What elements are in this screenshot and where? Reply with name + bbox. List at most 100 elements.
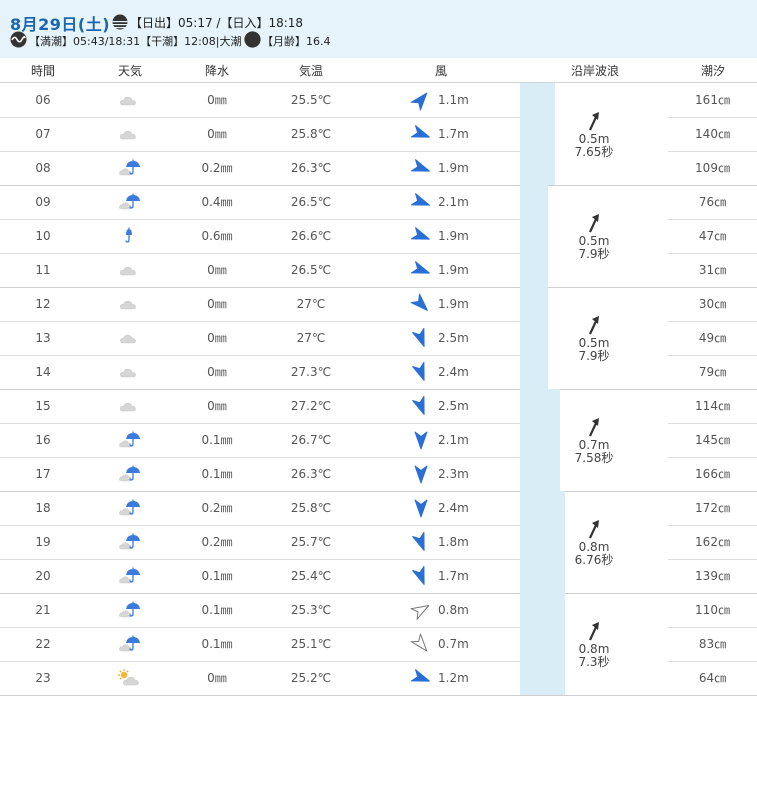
cloud-icon	[119, 398, 139, 418]
cloud-icon	[119, 126, 139, 146]
temp-cell: 25.8℃	[290, 501, 332, 515]
wind-direction-arrow-icon	[410, 565, 432, 591]
wind-speed-cell: 1.8m	[438, 535, 469, 549]
block-divider	[0, 389, 757, 390]
cloud-icon	[119, 330, 139, 350]
wave-info: 0.8m 6.76秒	[560, 519, 628, 567]
tide-cell: 172㎝	[695, 501, 730, 515]
wind-direction-arrow-icon	[410, 259, 432, 285]
temp-cell: 26.3℃	[290, 467, 332, 481]
col-header-wave: 沿岸波浪	[570, 64, 619, 78]
wave-period-text: 7.9秒	[578, 349, 610, 363]
hour-cell: 22	[35, 637, 51, 651]
hour-cell: 12	[35, 297, 51, 311]
hour-cell: 15	[35, 399, 51, 413]
col-header-rain: 降水	[204, 64, 229, 78]
wind-direction-arrow-icon	[410, 157, 432, 183]
hour-cell: 07	[35, 127, 51, 141]
wave-direction-arrow-icon	[560, 621, 628, 641]
rain-cell: 0.1㎜	[201, 637, 233, 651]
rain-cell: 0.2㎜	[201, 161, 233, 175]
wind-direction-arrow-icon	[410, 293, 432, 319]
tide-cell: 145㎝	[695, 433, 730, 447]
block-divider	[0, 593, 757, 594]
wind-speed-cell: 1.9m	[438, 229, 469, 243]
wave-info: 0.5m 7.65秒	[560, 111, 628, 159]
wave-period-text: 7.58秒	[574, 451, 614, 465]
temp-cell: 27.3℃	[290, 365, 332, 379]
wave-height-bar	[520, 83, 555, 185]
wind-speed-cell: 2.1m	[438, 195, 469, 209]
cloud-umbrella-icon	[119, 191, 141, 217]
rain-cell: 0.1㎜	[201, 433, 233, 447]
rain-cell: 0.1㎜	[201, 603, 233, 617]
temp-cell: 25.2℃	[290, 671, 332, 685]
hour-cell: 14	[35, 365, 51, 379]
wave-height-bar	[520, 593, 565, 695]
rain-cell: 0㎜	[207, 263, 227, 277]
tide-cell: 109㎝	[695, 161, 730, 175]
tide-cell: 140㎝	[695, 127, 730, 141]
temp-cell: 26.7℃	[290, 433, 332, 447]
tide-cell: 162㎝	[695, 535, 730, 549]
moon-phase-icon	[244, 31, 261, 48]
sunrise-icon	[112, 14, 128, 30]
wave-period-text: 7.65秒	[574, 145, 614, 159]
wind-direction-arrow-icon	[410, 89, 432, 115]
wave-height-bar	[520, 185, 548, 287]
temp-cell: 26.5℃	[290, 195, 332, 209]
wave-direction-arrow-icon	[560, 417, 628, 437]
hour-cell: 21	[35, 603, 51, 617]
temp-cell: 26.3℃	[290, 161, 332, 175]
wave-height-bar	[520, 389, 560, 491]
rain-cell: 0㎜	[207, 127, 227, 141]
moon-age: 【月齢】16.4	[262, 35, 331, 48]
tide-icon	[10, 31, 27, 48]
temp-cell: 27℃	[296, 297, 326, 311]
cloud-icon	[119, 92, 139, 112]
block-divider	[0, 695, 757, 696]
wind-speed-cell: 2.3m	[438, 467, 469, 481]
tide-cell: 47㎝	[698, 229, 727, 243]
hour-cell: 16	[35, 433, 51, 447]
wind-direction-arrow-icon	[410, 429, 432, 455]
wind-speed-cell: 0.7m	[438, 637, 469, 651]
cloud-icon	[119, 296, 139, 316]
header-divider	[0, 82, 757, 83]
tide-times: 【満潮】05:43/18:31【干潮】12:08|大潮	[29, 35, 242, 48]
hour-cell: 09	[35, 195, 51, 209]
wind-speed-cell: 0.8m	[438, 603, 469, 617]
cloud-umbrella-icon	[119, 633, 141, 659]
hour-cell: 10	[35, 229, 51, 243]
wind-direction-arrow-icon	[410, 667, 432, 693]
rain-cell: 0.2㎜	[201, 501, 233, 515]
tide-cell: 31㎝	[698, 263, 727, 277]
tide-cell: 114㎝	[695, 399, 730, 413]
rain-cell: 0㎜	[207, 365, 227, 379]
wave-height-bar	[520, 287, 548, 389]
cloud-umbrella-icon	[119, 463, 141, 489]
tide-cell: 139㎝	[695, 569, 730, 583]
temp-cell: 25.4℃	[290, 569, 332, 583]
wave-period-text: 6.76秒	[574, 553, 614, 567]
wind-direction-arrow-icon	[410, 327, 432, 353]
wind-speed-cell: 1.7m	[438, 127, 469, 141]
wind-speed-cell: 1.9m	[438, 297, 469, 311]
temp-cell: 26.5℃	[290, 263, 332, 277]
hour-cell: 08	[35, 161, 51, 175]
wind-speed-cell: 2.5m	[438, 399, 469, 413]
cloud-icon	[119, 262, 139, 282]
temp-cell: 27℃	[296, 331, 326, 345]
wave-info: 0.5m 7.9秒	[560, 315, 628, 363]
wave-info: 0.8m 7.3秒	[560, 621, 628, 669]
tide-cell: 166㎝	[695, 467, 730, 481]
wave-direction-arrow-icon	[560, 315, 628, 335]
block-divider	[0, 185, 757, 186]
tide-cell: 110㎝	[695, 603, 730, 617]
wind-speed-cell: 1.9m	[438, 263, 469, 277]
rain-cell: 0㎜	[207, 331, 227, 345]
cloud-umbrella-icon	[119, 531, 141, 557]
cloud-umbrella-icon	[119, 599, 141, 625]
hour-cell: 20	[35, 569, 51, 583]
temp-cell: 25.1℃	[290, 637, 332, 651]
